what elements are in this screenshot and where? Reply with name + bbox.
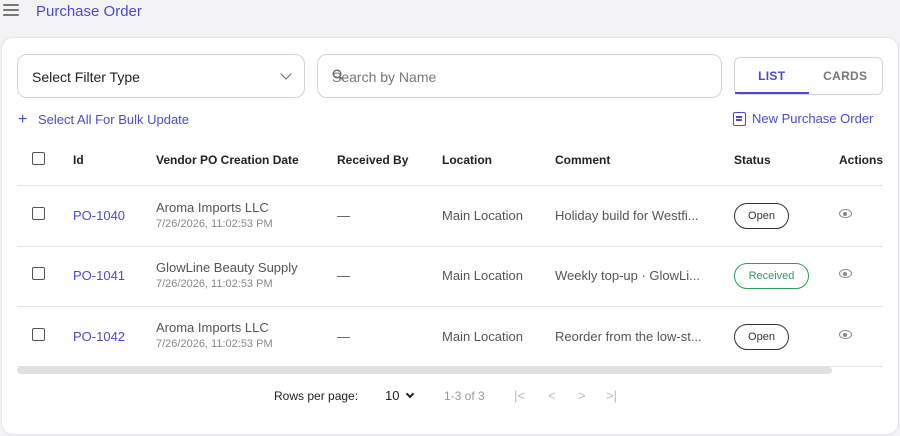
last-page-button[interactable]: >| (606, 388, 617, 403)
tab-cards[interactable]: CARDS (809, 58, 883, 94)
menu-icon[interactable] (3, 4, 19, 18)
search-box[interactable] (317, 54, 722, 98)
location-cell: Main Location (442, 329, 523, 344)
received-by-cell: — (337, 208, 350, 223)
column-header-vendor-date: Vendor PO Creation Date (156, 153, 299, 167)
view-eye-icon[interactable] (839, 209, 852, 218)
pagination-range: 1-3 of 3 (444, 389, 485, 403)
comment-cell: Reorder from the low-st... (555, 329, 702, 344)
previous-page-button[interactable]: < (548, 388, 556, 403)
vendor-name: GlowLine Beauty Supply (156, 260, 298, 275)
vendor-name: Aroma Imports LLC (156, 320, 269, 335)
po-id-link[interactable]: PO-1040 (73, 208, 125, 223)
po-id-link[interactable]: PO-1042 (73, 329, 125, 344)
rows-per-page-select[interactable]: 10 (385, 388, 415, 403)
rows-per-page-value: 10 (385, 388, 400, 403)
vendor-cell: GlowLine Beauty Supply 7/26/2026, 11:02:… (156, 260, 298, 290)
plus-icon: + (18, 111, 28, 128)
status-badge: Received (734, 263, 809, 289)
column-header-received-by: Received By (337, 153, 409, 167)
page-title: Purchase Order (36, 3, 142, 20)
comment-cell: Holiday build for Westfi... (555, 208, 699, 223)
horizontal-scrollbar[interactable] (17, 367, 832, 374)
bulk-update-button[interactable]: + Select All For Bulk Update (18, 111, 189, 129)
document-icon (733, 112, 746, 126)
received-by-cell: — (337, 268, 350, 283)
view-eye-icon[interactable] (839, 269, 852, 278)
received-by-cell: — (337, 329, 350, 344)
row-checkbox[interactable] (32, 328, 45, 341)
location-cell: Main Location (442, 208, 523, 223)
column-header-comment: Comment (555, 153, 611, 167)
column-header-status: Status (734, 153, 771, 167)
status-badge: Open (734, 203, 789, 229)
po-id-link[interactable]: PO-1041 (73, 268, 125, 283)
table-row: PO-1040 Aroma Imports LLC 7/26/2026, 11:… (17, 187, 883, 247)
row-checkbox[interactable] (32, 267, 45, 280)
status-badge: Open (734, 324, 789, 350)
column-header-actions: Actions (839, 153, 884, 167)
bulk-update-label: Select All For Bulk Update (38, 112, 190, 127)
new-purchase-order-label: New Purchase Order (752, 111, 874, 126)
next-page-button[interactable]: > (578, 388, 586, 403)
table-header: Id Vendor PO Creation Date Received By L… (17, 140, 883, 186)
vendor-name: Aroma Imports LLC (156, 200, 269, 215)
first-page-button[interactable]: |< (514, 388, 525, 403)
chevron-down-icon (280, 68, 292, 80)
search-input[interactable] (332, 67, 702, 87)
column-header-id: Id (73, 153, 84, 167)
vendor-po-date: 7/26/2026, 11:02:53 PM (156, 278, 273, 290)
chevron-down-icon (406, 389, 415, 399)
top-bar: Purchase Order (0, 0, 900, 26)
view-toggle: LIST CARDS (734, 57, 883, 95)
rows-per-page-label: Rows per page: (274, 389, 359, 403)
table-row: PO-1042 Aroma Imports LLC 7/26/2026, 11:… (17, 307, 883, 367)
filter-type-label: Select Filter Type (32, 69, 140, 85)
new-purchase-order-button[interactable]: New Purchase Order (733, 111, 873, 126)
comment-cell: Weekly top-up · GlowLi... (555, 268, 700, 283)
view-eye-icon[interactable] (839, 330, 852, 339)
vendor-po-date: 7/26/2026, 11:02:53 PM (156, 218, 273, 230)
location-cell: Main Location (442, 268, 523, 283)
vendor-cell: Aroma Imports LLC 7/26/2026, 11:02:53 PM (156, 320, 273, 350)
vendor-po-date: 7/26/2026, 11:02:53 PM (156, 338, 273, 350)
filter-type-select[interactable]: Select Filter Type (17, 54, 305, 98)
row-checkbox[interactable] (32, 207, 45, 220)
table-row: PO-1041 GlowLine Beauty Supply 7/26/2026… (17, 247, 883, 307)
column-header-location: Location (442, 153, 492, 167)
tab-list[interactable]: LIST (735, 58, 809, 94)
vendor-cell: Aroma Imports LLC 7/26/2026, 11:02:53 PM (156, 200, 273, 230)
select-all-checkbox[interactable] (32, 152, 45, 165)
